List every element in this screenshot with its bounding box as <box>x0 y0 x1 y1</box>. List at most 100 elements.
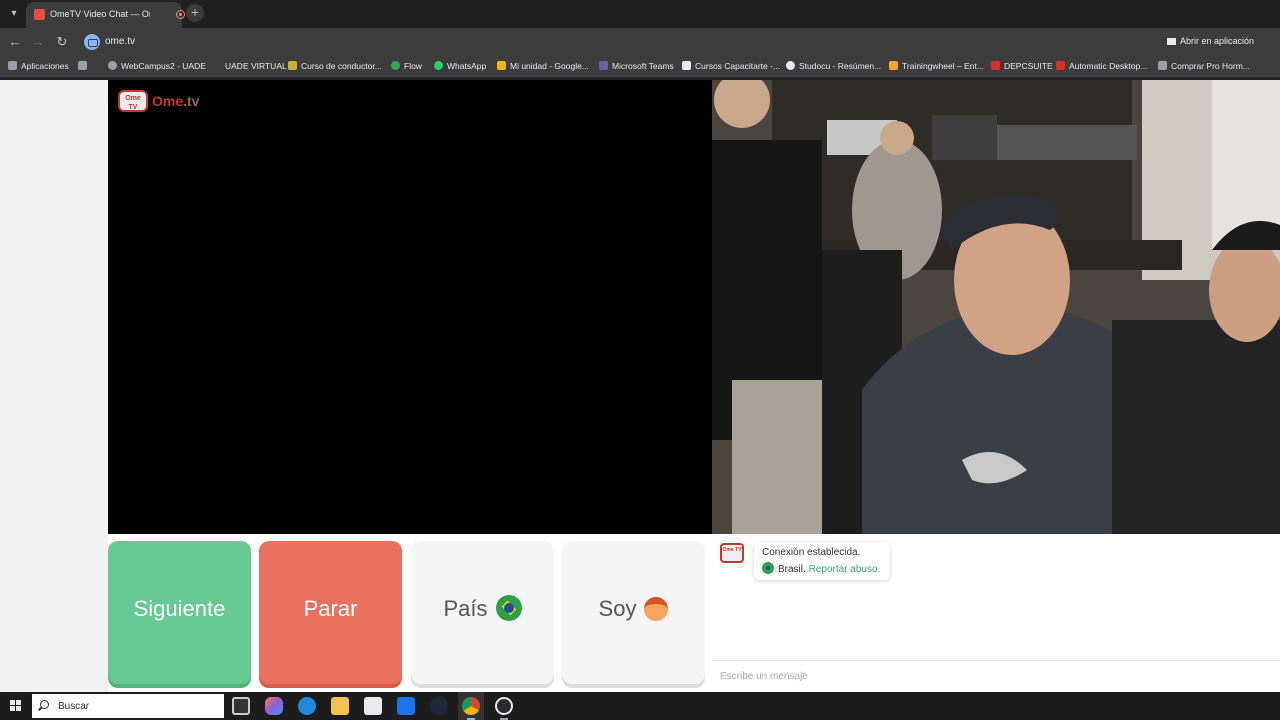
browser-tab[interactable]: OmeTV Video Chat — Ome × <box>26 2 200 28</box>
outlook-icon[interactable] <box>397 697 415 715</box>
trainingwheel-icon <box>889 61 898 70</box>
apps-icon <box>8 61 17 70</box>
search-placeholder: Buscar <box>58 701 90 712</box>
bookmark-label: Cursos Capacitarte -... <box>695 61 781 71</box>
bookmark-item[interactable]: Aplicaciones <box>8 61 69 71</box>
next-button[interactable]: Siguiente <box>108 541 251 684</box>
own-video: Ome TV Ome.tv <box>108 80 712 534</box>
bookmarks-bar: Aplicaciones WebCampus2 - UADE UADE VIRT… <box>0 56 1280 78</box>
connection-status: Conexión establecida. <box>762 547 861 558</box>
bookmark-item[interactable]: UADE VIRTUAL <box>212 61 287 71</box>
open-app-icon <box>1166 38 1176 45</box>
course-icon <box>288 61 297 70</box>
grid-icon <box>78 61 87 70</box>
system-message: Conexión establecida. Brasil. Reportar a… <box>754 542 890 580</box>
bookmark-label: DEPCSUITE <box>1004 61 1053 71</box>
search-icon <box>40 700 49 709</box>
bookmark-label: Mi unidad - Google... <box>510 61 589 71</box>
tab-title: OmeTV Video Chat — Ome <box>50 9 150 19</box>
bookmark-item[interactable]: Trainingwheel – Ent... <box>889 61 984 71</box>
report-abuse-link[interactable]: Reportar abuso. <box>809 564 881 575</box>
steam-icon[interactable] <box>430 697 448 715</box>
edge-icon[interactable] <box>298 697 316 715</box>
address-bar[interactable]: ome.tv Abrir en aplicación <box>80 31 1270 53</box>
chrome-icon[interactable] <box>462 697 480 715</box>
country-label: País <box>443 596 488 621</box>
bookmark-label: UADE VIRTUAL <box>225 61 287 71</box>
reload-button[interactable]: ↻ <box>54 34 70 50</box>
open-in-app-button[interactable]: Abrir en aplicación <box>1166 36 1254 46</box>
bookmark-label: Microsoft Teams <box>612 61 674 71</box>
message-input[interactable] <box>712 661 1280 692</box>
chat-panel: Ome TV Conexión establecida. Brasil. Rep… <box>712 534 1280 692</box>
bookmark-item[interactable]: WebCampus2 - UADE <box>108 61 206 71</box>
forward-button[interactable]: → <box>30 34 46 50</box>
bookmark-item[interactable]: DEPCSUITE <box>991 61 1053 71</box>
recording-icon <box>176 10 185 19</box>
bookmark-item[interactable]: Flow <box>391 61 422 71</box>
ometv-logo: Ome TV Ome.tv <box>118 88 210 114</box>
chat-logo-icon: Ome TV <box>720 543 744 563</box>
uade-icon <box>212 61 221 70</box>
windows-taskbar: Buscar <box>0 692 1280 720</box>
new-tab-button[interactable]: + <box>186 4 204 22</box>
bookmark-label: Automatic Desktop... <box>1069 61 1148 71</box>
bookmark-label: Flow <box>404 61 422 71</box>
boy-face-icon <box>644 597 669 621</box>
gender-button[interactable]: Soy <box>562 541 705 684</box>
bookmark-item[interactable]: Curso de conductor... <box>288 61 382 71</box>
bookmark-item[interactable]: Comprar Pro Horm... <box>1158 61 1250 71</box>
store-icon[interactable] <box>364 697 382 715</box>
bookmark-label: Studocu - Resúmen... <box>799 61 882 71</box>
tab-strip: ▾ OmeTV Video Chat — Ome × + <box>0 0 1280 28</box>
site-info-icon[interactable] <box>84 34 100 50</box>
bookmark-label: WhatsApp <box>447 61 487 71</box>
globe-icon <box>108 61 117 70</box>
back-button[interactable]: ← <box>7 34 23 50</box>
country-line: Brasil. Reportar abuso. <box>762 562 882 575</box>
url-text[interactable]: ome.tv <box>105 36 135 47</box>
bookmark-item[interactable]: Microsoft Teams <box>599 61 674 71</box>
stop-button[interactable]: Parar <box>259 541 402 684</box>
open-in-app-label: Abrir en aplicación <box>1179 36 1254 46</box>
stranger-video-frame <box>712 80 1280 534</box>
tab-search-icon[interactable]: ▾ <box>6 6 22 22</box>
obs-icon[interactable] <box>495 697 513 715</box>
task-view-icon[interactable] <box>232 697 250 715</box>
logo-text: Ome.tv <box>152 93 199 109</box>
bookmark-label: WebCampus2 - UADE <box>121 61 206 71</box>
bookmark-label: Comprar Pro Horm... <box>1171 61 1250 71</box>
automatic-desktop-icon <box>1056 61 1065 70</box>
bookmark-grid-icon[interactable] <box>78 61 91 71</box>
capacitarte-icon <box>682 61 691 70</box>
logo-tv-icon: Ome TV <box>118 90 148 112</box>
chat-input-area <box>712 660 1280 692</box>
windows-start-icon[interactable] <box>10 700 22 712</box>
gender-label: Soy <box>598 596 637 621</box>
depcsuite-icon <box>991 61 1000 70</box>
bookmark-item[interactable]: Mi unidad - Google... <box>497 61 589 71</box>
browser-toolbar: ← → ↻ ome.tv Abrir en aplicación <box>0 28 1280 56</box>
ometv-page: Ome TV Ome.tv Siguiente Parar País Soy O… <box>0 80 1280 692</box>
taskbar-search[interactable]: Buscar <box>32 694 224 718</box>
bookmark-item[interactable]: Studocu - Resúmen... <box>786 61 881 71</box>
teams-icon <box>599 61 608 70</box>
flow-icon <box>391 61 400 70</box>
copilot-icon[interactable] <box>265 697 283 715</box>
bookmark-label: Trainingwheel – Ent... <box>902 61 984 71</box>
brazil-flag-icon <box>495 595 522 621</box>
file-explorer-icon[interactable] <box>331 697 349 715</box>
bookmark-item[interactable]: Cursos Capacitarte -... <box>682 61 780 71</box>
bookmark-label: Aplicaciones <box>21 61 69 71</box>
logo-ome: Ome <box>152 93 184 109</box>
country-name: Brasil. <box>778 564 806 575</box>
ometv-favicon-icon <box>34 9 45 20</box>
logo-tv: .tv <box>183 93 200 109</box>
brazil-flag-icon <box>762 562 774 574</box>
whatsapp-icon <box>434 61 443 70</box>
bookmark-item[interactable]: Automatic Desktop... <box>1056 61 1147 71</box>
google-drive-icon <box>497 61 506 70</box>
country-filter-button[interactable]: País <box>411 541 554 684</box>
bookmark-item[interactable]: WhatsApp <box>434 61 486 71</box>
bookmark-label: Curso de conductor... <box>301 61 382 71</box>
